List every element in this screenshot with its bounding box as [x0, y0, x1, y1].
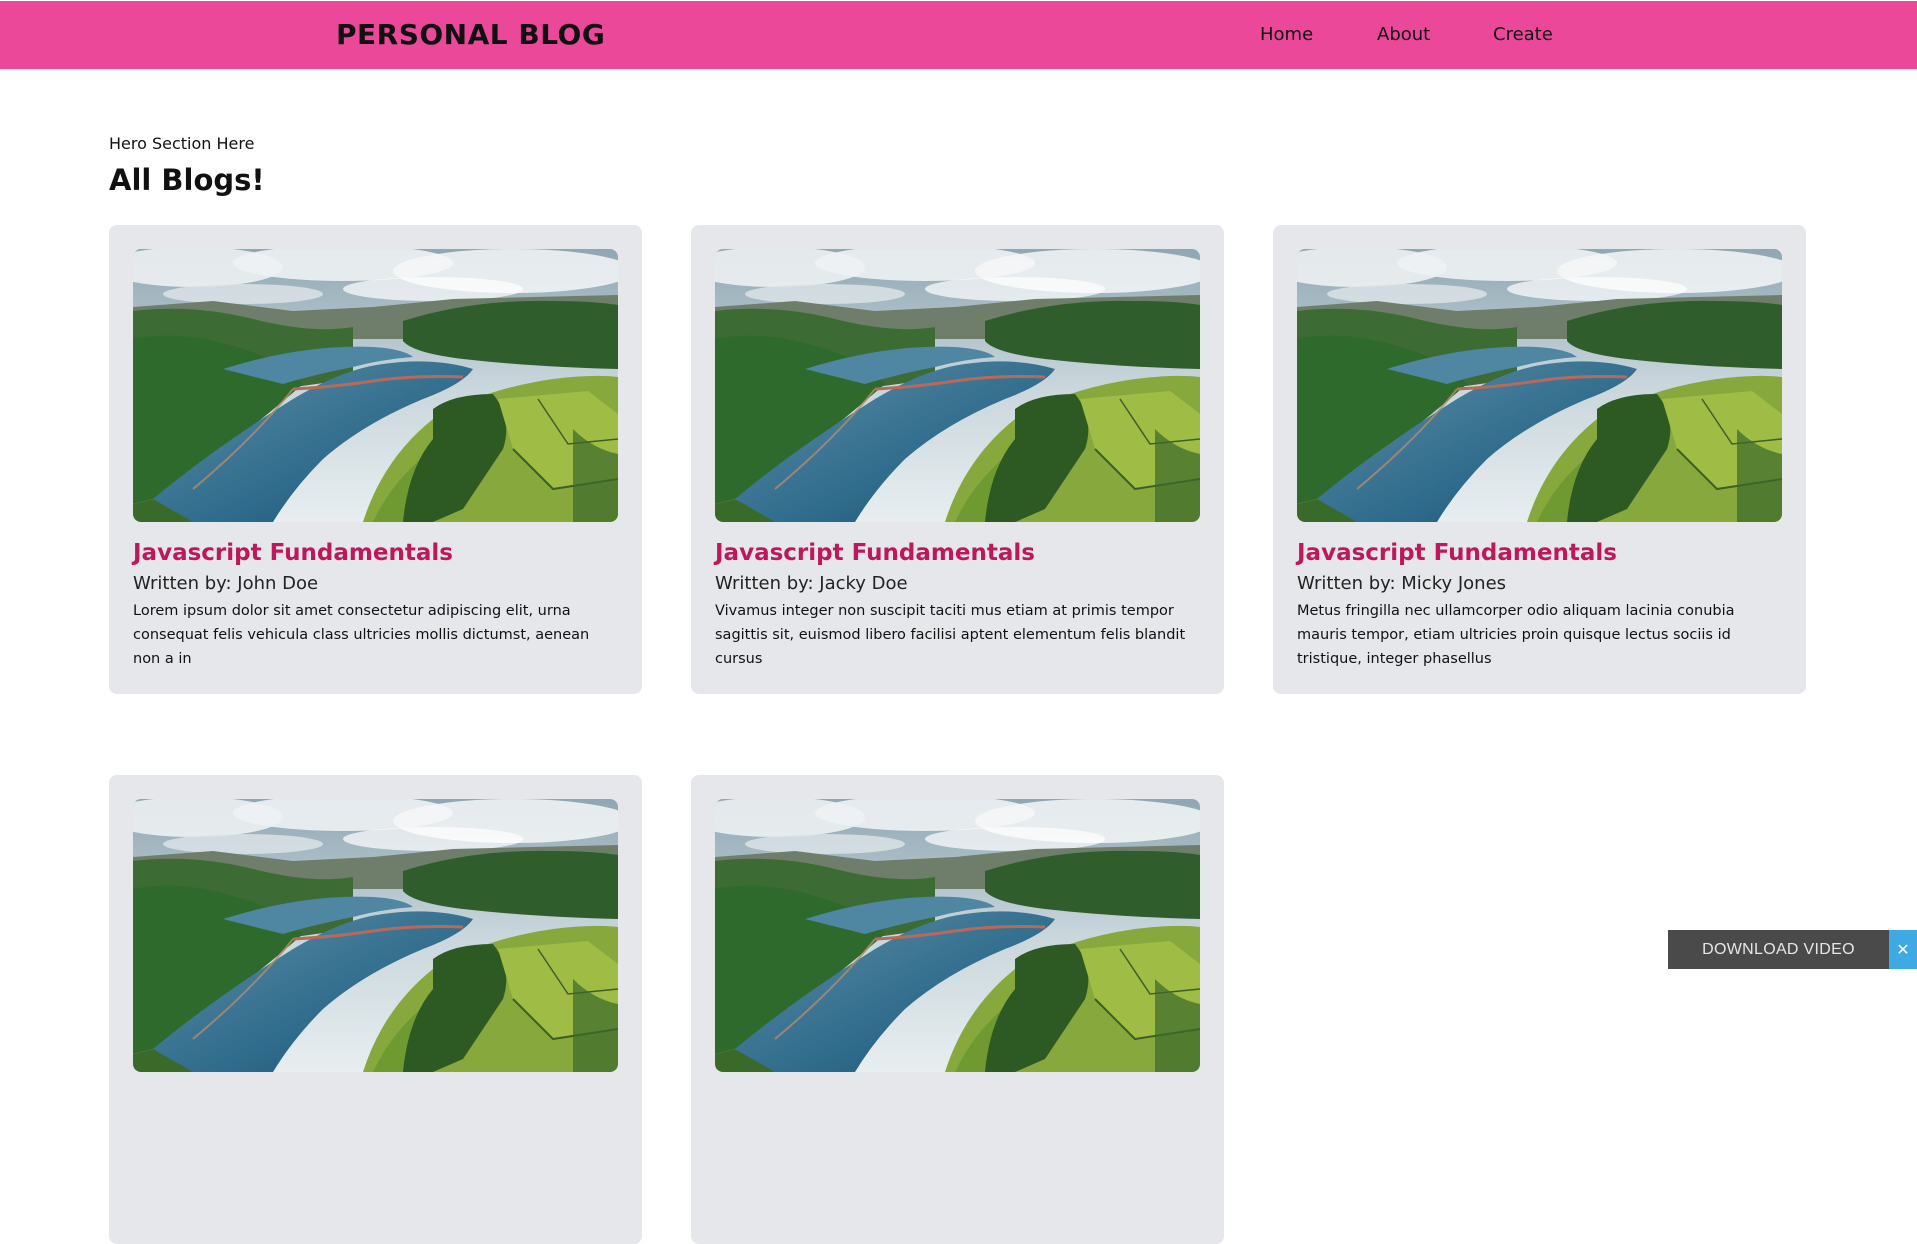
- close-icon[interactable]: ✕: [1889, 930, 1917, 969]
- brand-logo[interactable]: PERSONAL BLOG: [336, 1, 605, 69]
- blog-card[interactable]: [691, 775, 1224, 1244]
- blog-card-image: [715, 799, 1200, 1072]
- blog-card-image: [133, 799, 618, 1072]
- blog-card[interactable]: [109, 775, 642, 1244]
- blog-card-excerpt: Lorem ipsum dolor sit amet consectetur a…: [133, 603, 590, 667]
- navbar: PERSONAL BLOG Home About Create: [0, 1, 1917, 69]
- blog-card-author: Written by: Jacky Doe: [715, 573, 908, 594]
- blog-card[interactable]: Javascript Fundamentals Written by: John…: [109, 225, 642, 694]
- nav-link-about[interactable]: About: [1377, 1, 1430, 69]
- nav-link-create[interactable]: Create: [1493, 1, 1553, 69]
- download-video-button[interactable]: DOWNLOAD VIDEO: [1668, 930, 1889, 969]
- nav-link-home[interactable]: Home: [1260, 1, 1313, 69]
- blog-card-image: [1297, 249, 1782, 522]
- blog-card-excerpt: Metus fringilla nec ullamcorper odio ali…: [1297, 603, 1735, 667]
- blog-card-author: Written by: John Doe: [133, 573, 319, 594]
- blog-card[interactable]: Javascript Fundamentals Written by: Mick…: [1273, 225, 1806, 694]
- blog-card-title[interactable]: Javascript Fundamentals: [1297, 540, 1617, 566]
- page-title: All Blogs!: [109, 163, 265, 197]
- blog-card-excerpt: Vivamus integer non suscipit taciti mus …: [715, 603, 1186, 667]
- blog-card-image: [715, 249, 1200, 522]
- blog-card-image: [133, 249, 618, 522]
- blog-card[interactable]: Javascript Fundamentals Written by: Jack…: [691, 225, 1224, 694]
- blog-card-title[interactable]: Javascript Fundamentals: [715, 540, 1035, 566]
- hero-section: Hero Section Here: [109, 134, 255, 153]
- blog-card-title[interactable]: Javascript Fundamentals: [133, 540, 453, 566]
- blog-card-author: Written by: Micky Jones: [1297, 573, 1507, 594]
